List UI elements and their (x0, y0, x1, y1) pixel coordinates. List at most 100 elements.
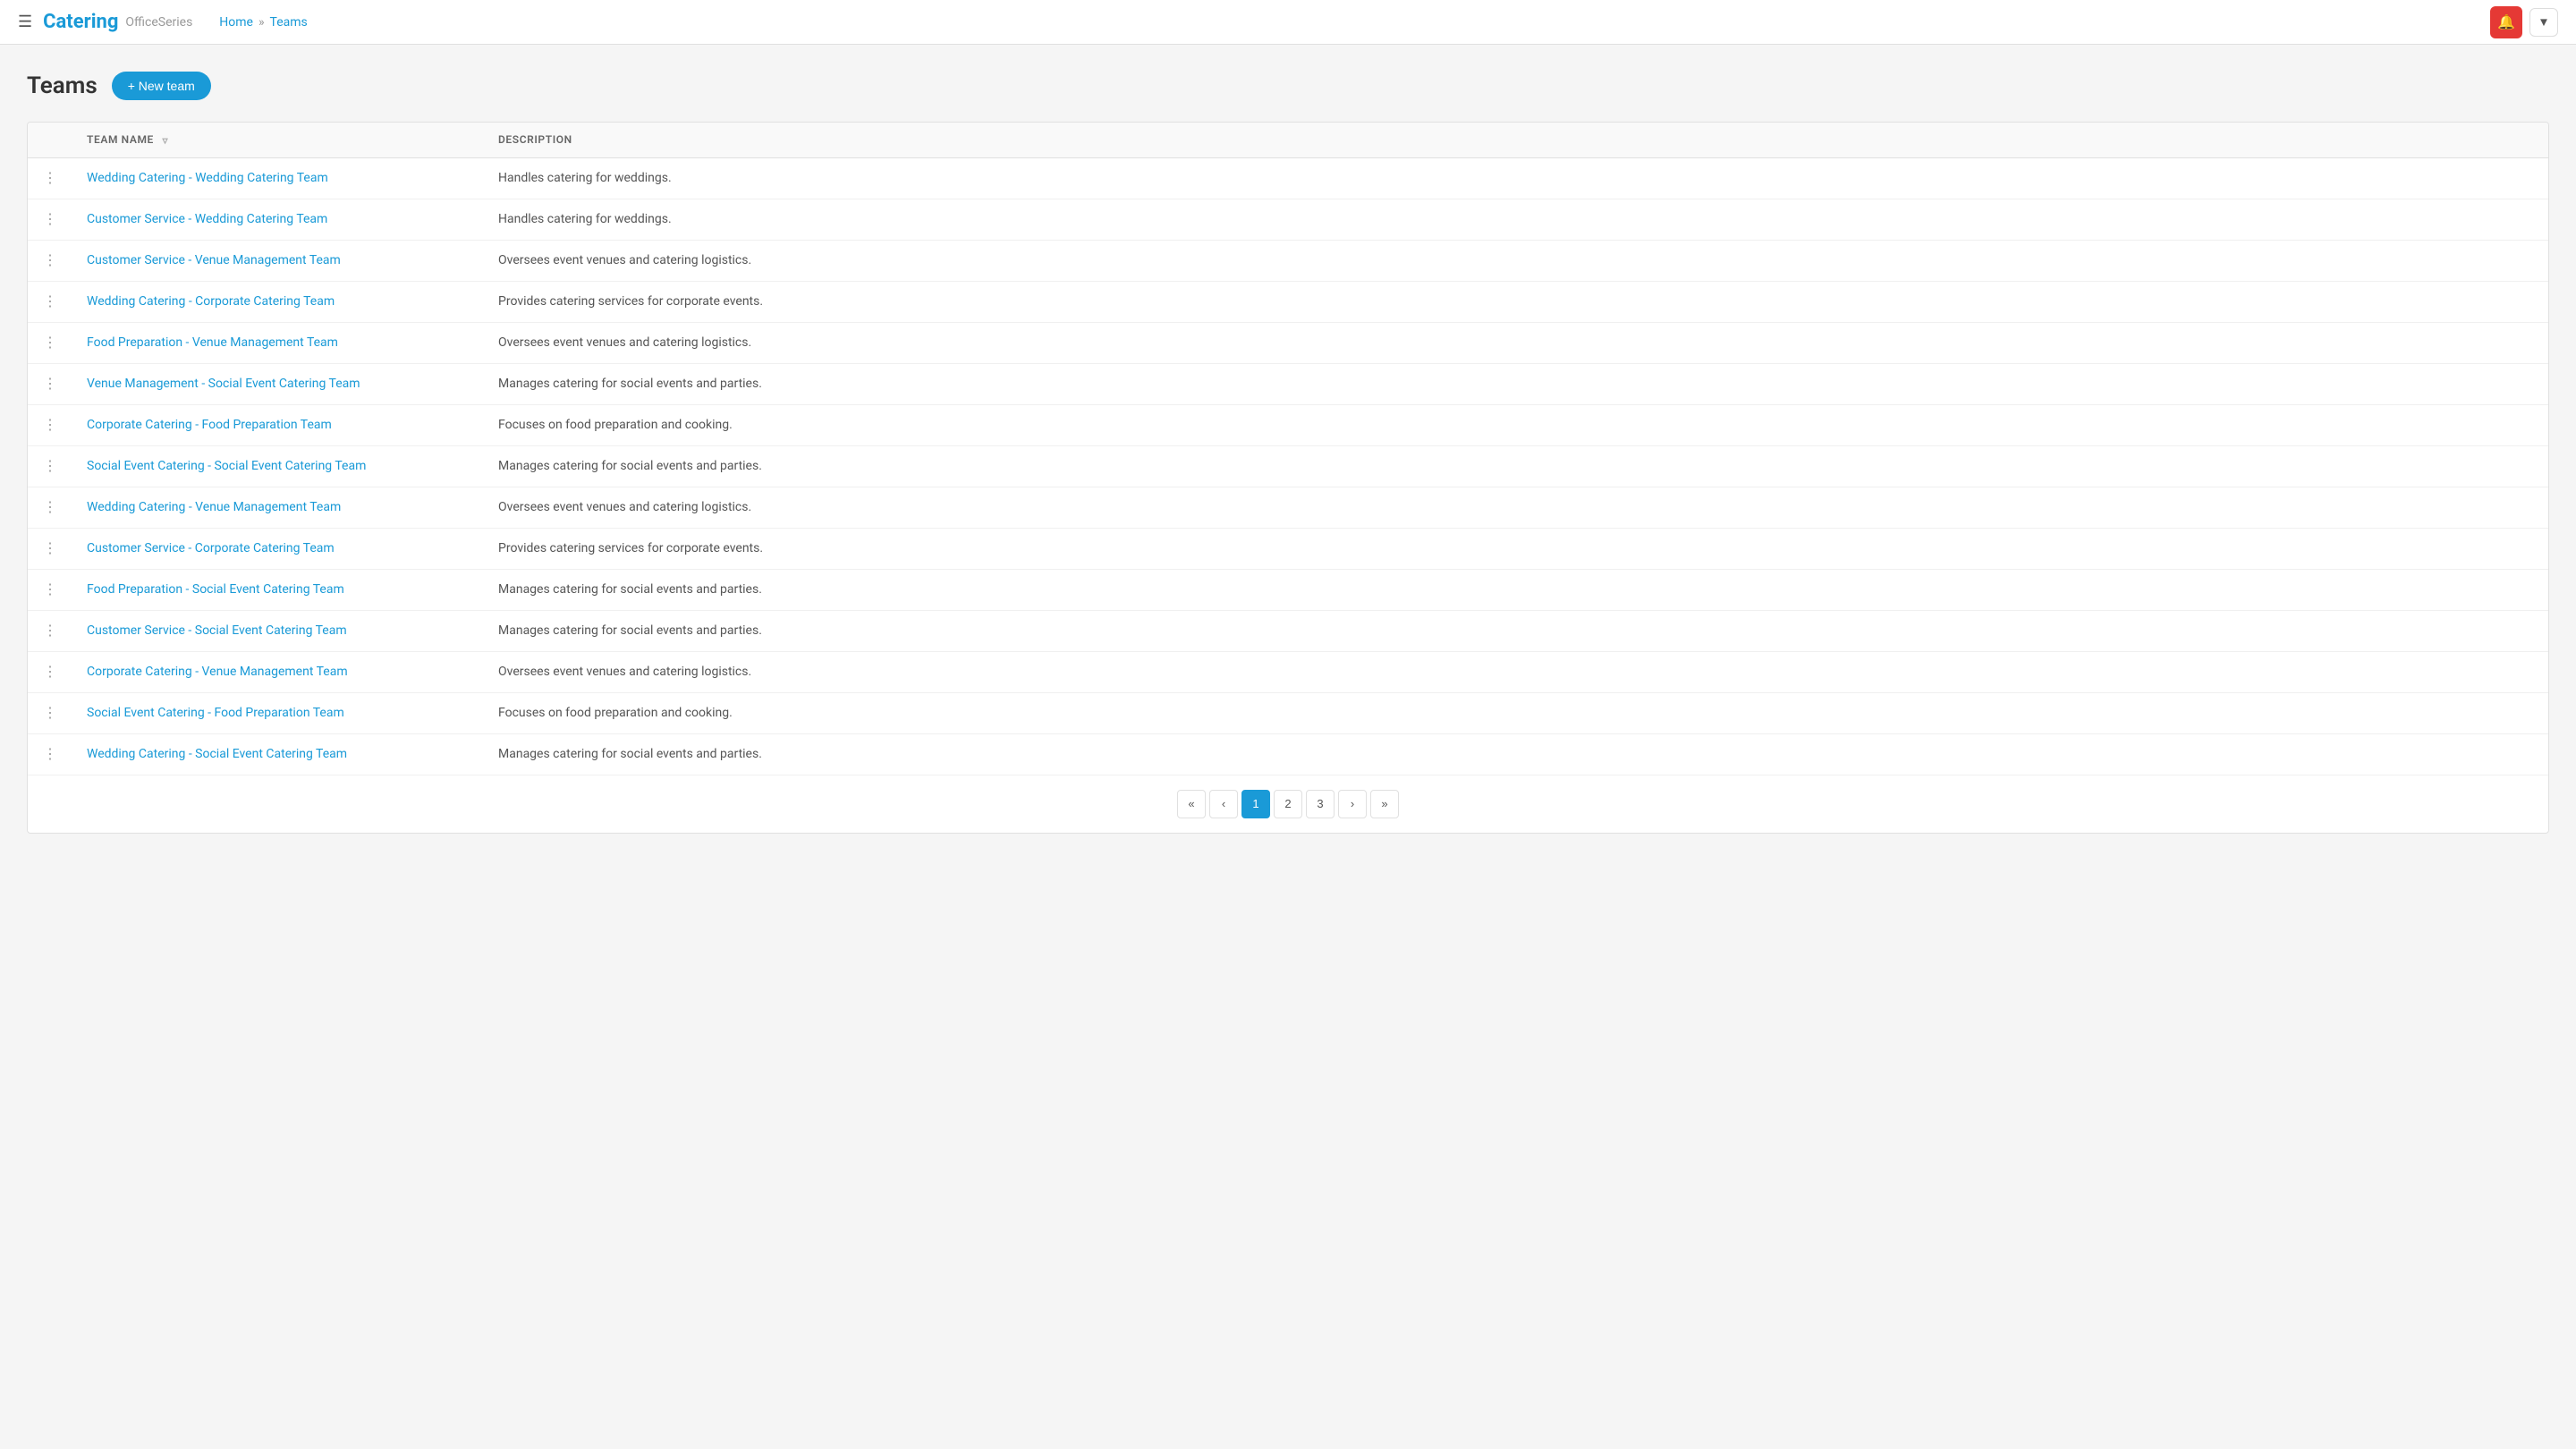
pagination-page-3[interactable]: 3 (1306, 790, 1335, 818)
row-actions-cell: ⋮ (28, 157, 72, 199)
row-actions-cell: ⋮ (28, 569, 72, 610)
app-brand: Catering (43, 11, 118, 33)
row-menu-icon[interactable]: ⋮ (43, 706, 57, 720)
row-description: Oversees event venues and catering logis… (484, 322, 2548, 363)
row-actions-cell: ⋮ (28, 610, 72, 651)
table-row: ⋮ Social Event Catering - Social Event Ca… (28, 445, 2548, 487)
row-description: Handles catering for weddings. (484, 157, 2548, 199)
row-description: Manages catering for social events and p… (484, 445, 2548, 487)
col-actions (28, 123, 72, 157)
row-description: Manages catering for social events and p… (484, 610, 2548, 651)
row-actions-cell: ⋮ (28, 322, 72, 363)
row-menu-icon[interactable]: ⋮ (43, 171, 57, 185)
table-row: ⋮ Food Preparation - Social Event Caterin… (28, 569, 2548, 610)
row-team-name: Customer Service - Venue Management Team (72, 240, 484, 281)
row-menu-icon[interactable]: ⋮ (43, 335, 57, 350)
header-actions: 🔔 ▼ (2490, 6, 2558, 38)
menu-icon[interactable]: ☰ (18, 13, 32, 31)
breadcrumb-home[interactable]: Home (219, 15, 253, 30)
pagination-page-1[interactable]: 1 (1241, 790, 1270, 818)
row-description: Provides catering services for corporate… (484, 528, 2548, 569)
table-row: ⋮ Customer Service - Social Event Caterin… (28, 610, 2548, 651)
pagination-first[interactable]: « (1177, 790, 1206, 818)
table-row: ⋮ Social Event Catering - Food Preparatio… (28, 692, 2548, 733)
row-menu-icon[interactable]: ⋮ (43, 294, 57, 309)
table-row: ⋮ Customer Service - Wedding Catering Tea… (28, 199, 2548, 240)
row-menu-icon[interactable]: ⋮ (43, 541, 57, 555)
row-team-name: Customer Service - Wedding Catering Team (72, 199, 484, 240)
table-row: ⋮ Wedding Catering - Wedding Catering Tea… (28, 157, 2548, 199)
team-name-link[interactable]: Corporate Catering - Food Preparation Te… (87, 418, 332, 432)
page-title: Teams (27, 72, 97, 99)
row-description: Oversees event venues and catering logis… (484, 651, 2548, 692)
row-team-name: Food Preparation - Social Event Catering… (72, 569, 484, 610)
team-name-link[interactable]: Venue Management - Social Event Catering… (87, 377, 360, 391)
row-actions-cell: ⋮ (28, 651, 72, 692)
row-menu-icon[interactable]: ⋮ (43, 582, 57, 597)
team-name-link[interactable]: Wedding Catering - Social Event Catering… (87, 747, 347, 761)
table-row: ⋮ Food Preparation - Venue Management Tea… (28, 322, 2548, 363)
table-row: ⋮ Customer Service - Corporate Catering T… (28, 528, 2548, 569)
row-description: Provides catering services for corporate… (484, 281, 2548, 322)
row-team-name: Corporate Catering - Food Preparation Te… (72, 404, 484, 445)
row-actions-cell: ⋮ (28, 733, 72, 775)
pagination-page-2[interactable]: 2 (1274, 790, 1302, 818)
new-team-button[interactable]: + New team (112, 72, 211, 100)
row-description: Oversees event venues and catering logis… (484, 487, 2548, 528)
table-body: ⋮ Wedding Catering - Wedding Catering Tea… (28, 157, 2548, 775)
row-menu-icon[interactable]: ⋮ (43, 459, 57, 473)
table-header: TEAM NAME ▿ DESCRIPTION (28, 123, 2548, 157)
row-menu-icon[interactable]: ⋮ (43, 623, 57, 638)
team-name-link[interactable]: Social Event Catering - Food Preparation… (87, 706, 344, 720)
row-team-name: Wedding Catering - Social Event Catering… (72, 733, 484, 775)
team-name-link[interactable]: Wedding Catering - Wedding Catering Team (87, 171, 328, 185)
row-description: Manages catering for social events and p… (484, 733, 2548, 775)
row-actions-cell: ⋮ (28, 363, 72, 404)
table-row: ⋮ Customer Service - Venue Management Tea… (28, 240, 2548, 281)
row-description: Handles catering for weddings. (484, 199, 2548, 240)
row-team-name: Social Event Catering - Social Event Cat… (72, 445, 484, 487)
team-name-link[interactable]: Wedding Catering - Venue Management Team (87, 500, 341, 514)
teams-table-container: TEAM NAME ▿ DESCRIPTION ⋮ Wedding Caterin… (27, 122, 2549, 834)
pagination-last[interactable]: » (1370, 790, 1399, 818)
team-name-link[interactable]: Corporate Catering - Venue Management Te… (87, 665, 348, 679)
row-menu-icon[interactable]: ⋮ (43, 418, 57, 432)
row-menu-icon[interactable]: ⋮ (43, 500, 57, 514)
row-team-name: Corporate Catering - Venue Management Te… (72, 651, 484, 692)
row-actions-cell: ⋮ (28, 445, 72, 487)
team-name-link[interactable]: Food Preparation - Venue Management Team (87, 335, 338, 350)
page-content: Teams + New team TEAM NAME ▿ DESCRIPTION… (0, 45, 2576, 860)
row-actions-cell: ⋮ (28, 528, 72, 569)
team-name-link[interactable]: Customer Service - Corporate Catering Te… (87, 541, 335, 555)
team-name-link[interactable]: Food Preparation - Social Event Catering… (87, 582, 344, 597)
row-actions-cell: ⋮ (28, 404, 72, 445)
row-menu-icon[interactable]: ⋮ (43, 665, 57, 679)
row-team-name: Social Event Catering - Food Preparation… (72, 692, 484, 733)
team-name-link[interactable]: Customer Service - Venue Management Team (87, 253, 341, 267)
app-suite: OfficeSeries (125, 15, 192, 30)
pagination-prev[interactable]: ‹ (1209, 790, 1238, 818)
row-menu-icon[interactable]: ⋮ (43, 747, 57, 761)
user-menu-button[interactable]: ▼ (2529, 8, 2558, 37)
notifications-button[interactable]: 🔔 (2490, 6, 2522, 38)
page-header: Teams + New team (27, 72, 2549, 100)
row-description: Focuses on food preparation and cooking. (484, 404, 2548, 445)
row-team-name: Wedding Catering - Venue Management Team (72, 487, 484, 528)
team-name-link[interactable]: Wedding Catering - Corporate Catering Te… (87, 294, 335, 309)
row-team-name: Venue Management - Social Event Catering… (72, 363, 484, 404)
row-actions-cell: ⋮ (28, 487, 72, 528)
table-row: ⋮ Wedding Catering - Corporate Catering T… (28, 281, 2548, 322)
row-description: Oversees event venues and catering logis… (484, 240, 2548, 281)
col-team-name: TEAM NAME ▿ (72, 123, 484, 157)
table-row: ⋮ Venue Management - Social Event Caterin… (28, 363, 2548, 404)
filter-icon[interactable]: ▿ (163, 134, 169, 147)
row-menu-icon[interactable]: ⋮ (43, 253, 57, 267)
app-header: ☰ Catering OfficeSeries Home » Teams 🔔 ▼ (0, 0, 2576, 45)
breadcrumb-separator: » (258, 15, 265, 30)
team-name-link[interactable]: Social Event Catering - Social Event Cat… (87, 459, 366, 473)
row-menu-icon[interactable]: ⋮ (43, 377, 57, 391)
pagination-next[interactable]: › (1338, 790, 1367, 818)
row-menu-icon[interactable]: ⋮ (43, 212, 57, 226)
team-name-link[interactable]: Customer Service - Social Event Catering… (87, 623, 347, 638)
team-name-link[interactable]: Customer Service - Wedding Catering Team (87, 212, 327, 226)
